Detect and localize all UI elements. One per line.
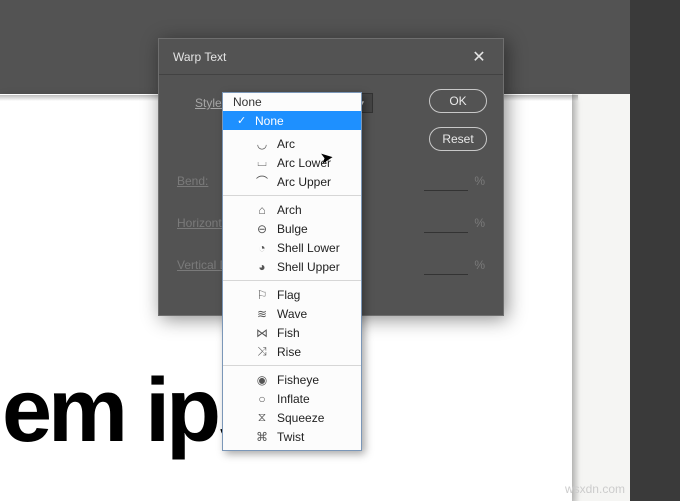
dropdown-item-label: Fish — [277, 326, 300, 340]
reset-button[interactable]: Reset — [429, 127, 487, 151]
shell-lower-icon: ◔ — [255, 241, 269, 255]
fish-icon: ⋈ — [255, 326, 269, 340]
vertical-distort-value-box[interactable] — [424, 255, 468, 275]
check-icon: ✓ — [237, 114, 247, 127]
horizontal-distort-pct-label: % — [474, 216, 485, 230]
dropdown-group: ◡ Arc ⌴ Arc Lower ⌒ Arc Upper — [223, 130, 361, 196]
twist-icon: ⌘ — [255, 430, 269, 444]
dropdown-item-inflate[interactable]: ○ Inflate — [223, 389, 361, 408]
dropdown-item-label: Arch — [277, 203, 302, 217]
dropdown-item-flag[interactable]: ⚐ Flag — [223, 285, 361, 304]
dialog-titlebar[interactable]: Warp Text ✕ — [159, 39, 503, 75]
dropdown-item-none[interactable]: ✓ None — [223, 111, 361, 130]
dropdown-selected-label: None — [255, 114, 284, 128]
dialog-title: Warp Text — [173, 50, 226, 64]
dropdown-item-arc-lower[interactable]: ⌴ Arc Lower — [223, 153, 361, 172]
dropdown-item-shell-upper[interactable]: ◕ Shell Upper — [223, 257, 361, 276]
arc-lower-icon: ⌴ — [255, 155, 269, 170]
dropdown-item-rise[interactable]: ⤨ Rise — [223, 342, 361, 361]
horizontal-distort-value-box[interactable] — [424, 213, 468, 233]
vertical-distort-pct-label: % — [474, 258, 485, 272]
dropdown-item-label: Bulge — [277, 222, 308, 236]
close-icon[interactable]: ✕ — [469, 47, 489, 67]
dropdown-item-label: Flag — [277, 288, 300, 302]
dropdown-group: ◉ Fisheye ○ Inflate ⧖ Squeeze ⌘ Twist — [223, 366, 361, 450]
dropdown-item-label: Shell Lower — [277, 241, 340, 255]
dropdown-item-arc-upper[interactable]: ⌒ Arc Upper — [223, 172, 361, 191]
dropdown-item-label: Twist — [277, 430, 304, 444]
dropdown-item-label: Rise — [277, 345, 301, 359]
bulge-icon: ⊖ — [255, 222, 269, 236]
dropdown-item-wave[interactable]: ≋ Wave — [223, 304, 361, 323]
workspace-right-panel — [630, 0, 680, 501]
arch-icon: ⌂ — [255, 203, 269, 217]
dropdown-item-arch[interactable]: ⌂ Arch — [223, 200, 361, 219]
bend-value-box[interactable] — [424, 171, 468, 191]
dropdown-top-none-label[interactable]: None — [223, 93, 361, 111]
dropdown-item-label: Arc Lower — [277, 156, 331, 170]
dropdown-item-label: Fisheye — [277, 373, 319, 387]
squeeze-icon: ⧖ — [255, 410, 269, 425]
watermark-text: wsxdn.com — [565, 482, 625, 496]
ok-button[interactable]: OK — [429, 89, 487, 113]
dropdown-group: ⚐ Flag ≋ Wave ⋈ Fish ⤨ Rise — [223, 281, 361, 366]
rise-icon: ⤨ — [255, 344, 269, 359]
style-dropdown: None ✓ None ◡ Arc ⌴ Arc Lower ⌒ Arc Upper ⌂ Arc… — [222, 92, 362, 451]
dropdown-item-squeeze[interactable]: ⧖ Squeeze — [223, 408, 361, 427]
dropdown-item-label: Inflate — [277, 392, 310, 406]
dropdown-item-label: Squeeze — [277, 411, 324, 425]
dialog-button-column: OK Reset — [429, 89, 487, 151]
dropdown-item-shell-lower[interactable]: ◔ Shell Lower — [223, 238, 361, 257]
shell-upper-icon: ◕ — [255, 260, 269, 274]
dropdown-item-fish[interactable]: ⋈ Fish — [223, 323, 361, 342]
dropdown-item-label: Arc — [277, 137, 295, 151]
inflate-icon: ○ — [255, 392, 269, 406]
flag-icon: ⚐ — [255, 288, 269, 302]
wave-icon: ≋ — [255, 307, 269, 321]
dropdown-item-arc[interactable]: ◡ Arc — [223, 134, 361, 153]
dropdown-item-label: Wave — [277, 307, 307, 321]
arc-icon: ◡ — [255, 137, 269, 151]
canvas-right-shadow — [572, 94, 580, 501]
arc-upper-icon: ⌒ — [255, 173, 269, 190]
bend-pct-label: % — [474, 174, 485, 188]
dropdown-item-fisheye[interactable]: ◉ Fisheye — [223, 370, 361, 389]
dropdown-item-label: Arc Upper — [277, 175, 331, 189]
dropdown-item-twist[interactable]: ⌘ Twist — [223, 427, 361, 446]
dropdown-item-label: Shell Upper — [277, 260, 340, 274]
fisheye-icon: ◉ — [255, 373, 269, 387]
dropdown-item-bulge[interactable]: ⊖ Bulge — [223, 219, 361, 238]
dropdown-group: ⌂ Arch ⊖ Bulge ◔ Shell Lower ◕ Shell Upper — [223, 196, 361, 281]
